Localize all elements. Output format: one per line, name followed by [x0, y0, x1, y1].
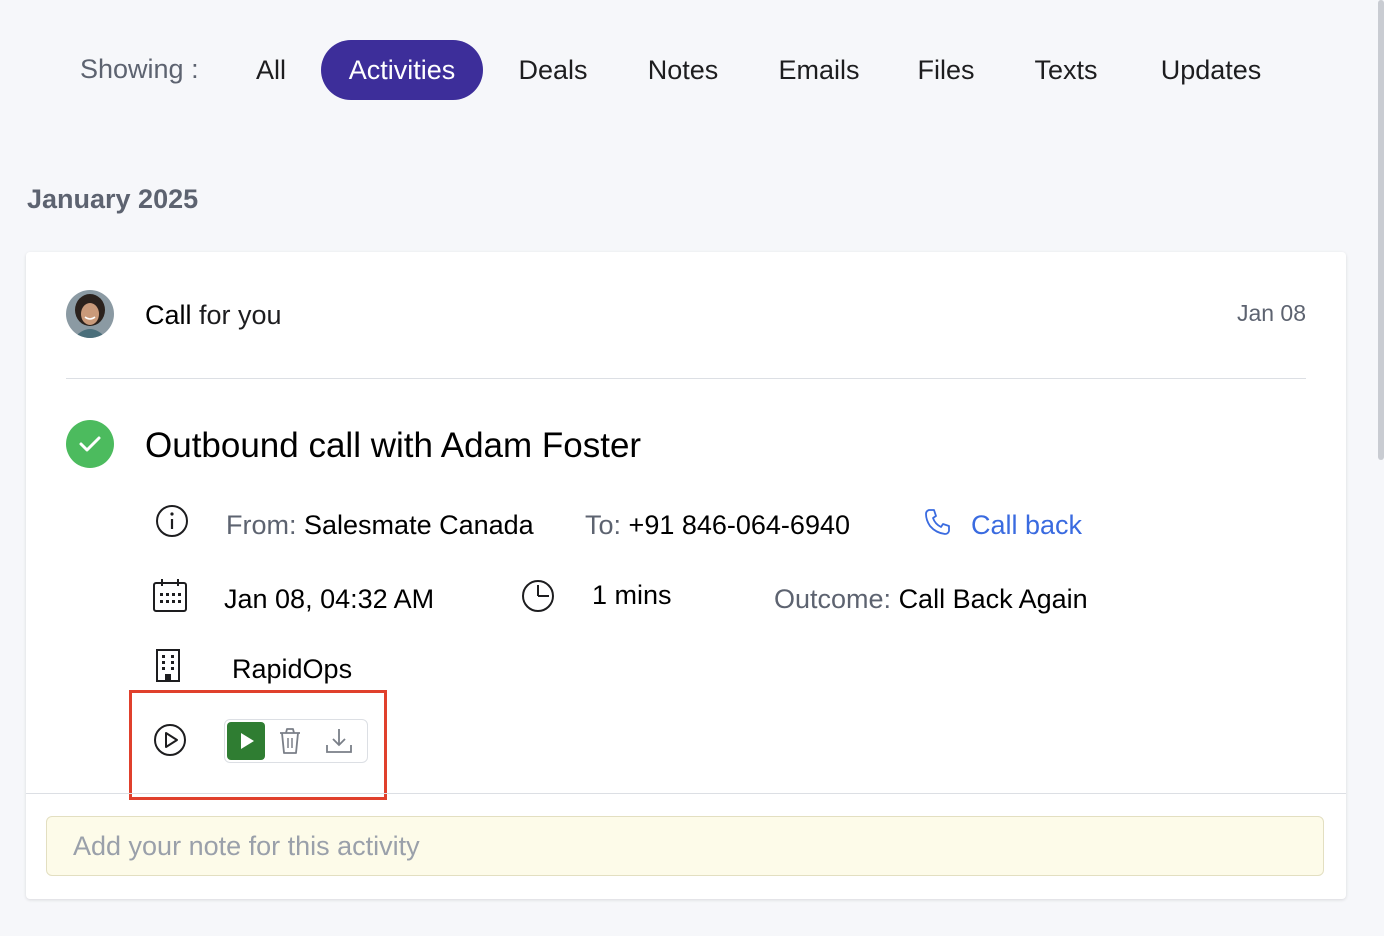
card-title-rest: for you [191, 300, 282, 330]
info-icon [156, 505, 188, 537]
call-duration: 1 mins [592, 580, 672, 610]
phone-icon[interactable] [922, 506, 954, 538]
outcome-value: Call Back Again [898, 584, 1088, 614]
tab-deals[interactable]: Deals [505, 40, 601, 100]
from-value: Salesmate Canada [304, 510, 534, 540]
showing-label: Showing : [80, 54, 199, 84]
tab-files[interactable]: Files [905, 40, 987, 100]
note-input[interactable] [46, 816, 1324, 876]
activity-card: Call for you Jan 08 Outbound call with A… [26, 252, 1346, 899]
call-back-link[interactable]: Call back [971, 510, 1082, 541]
card-title: Call for you [145, 300, 282, 331]
highlight-box [129, 690, 387, 800]
tab-all[interactable]: All [242, 40, 300, 100]
outcome-label: Outcome: [774, 584, 892, 614]
card-date: Jan 08 [1236, 300, 1306, 326]
tab-activities[interactable]: Activities [321, 40, 483, 100]
month-heading: January 2025 [27, 184, 199, 214]
tab-notes[interactable]: Notes [633, 40, 733, 100]
building-icon [156, 649, 180, 682]
outcome-field: Outcome: Call Back Again [774, 584, 1088, 615]
scrollbar[interactable] [1378, 0, 1384, 460]
tab-emails[interactable]: Emails [766, 40, 872, 100]
from-field: From: Salesmate Canada [226, 510, 534, 541]
avatar [66, 290, 114, 338]
check-icon [66, 420, 114, 468]
call-datetime: Jan 08, 04:32 AM [224, 584, 435, 614]
tab-updates[interactable]: Updates [1145, 40, 1277, 100]
clock-icon [522, 580, 554, 612]
divider [66, 378, 1306, 379]
to-field: To: +91 846-064-6940 [585, 510, 850, 541]
filter-bar: Showing : All Activities Deals Notes Ema… [0, 40, 1384, 100]
to-label: To: [585, 510, 622, 540]
card-title-bold: Call [145, 300, 192, 330]
activity-title: Outbound call with Adam Foster [145, 426, 642, 465]
to-value: +91 846-064-6940 [628, 510, 850, 540]
company-name: RapidOps [232, 654, 353, 684]
note-divider [26, 793, 1346, 794]
from-label: From: [226, 510, 297, 540]
calendar-icon [153, 579, 187, 612]
tab-texts[interactable]: Texts [1020, 40, 1112, 100]
